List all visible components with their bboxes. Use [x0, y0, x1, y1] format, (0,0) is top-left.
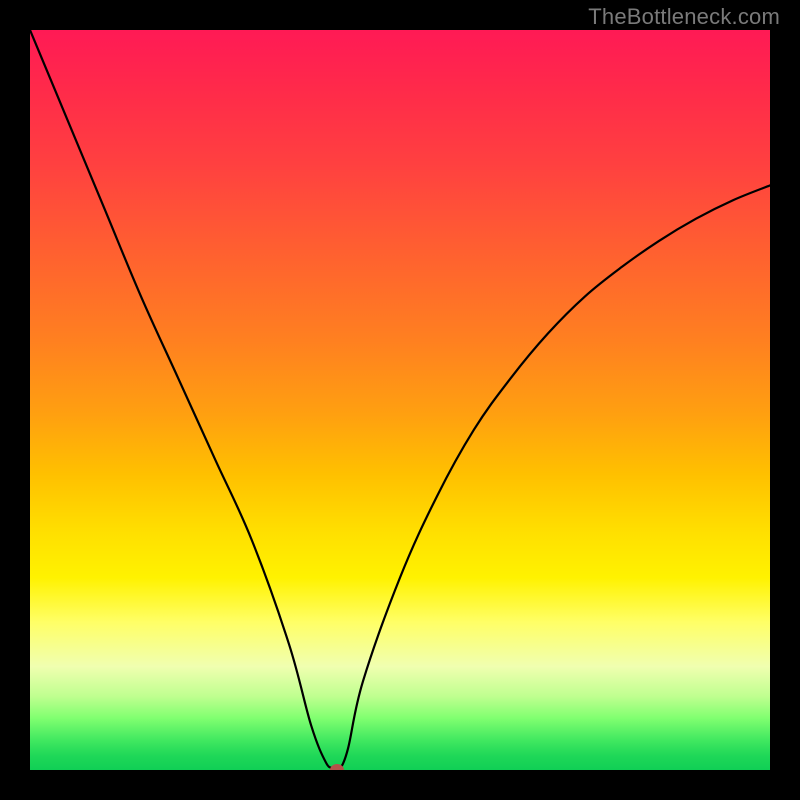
plot-area [30, 30, 770, 770]
minimum-marker [330, 764, 344, 770]
chart-frame: TheBottleneck.com [0, 0, 800, 800]
bottleneck-curve [30, 30, 770, 770]
attribution-label: TheBottleneck.com [588, 4, 780, 30]
